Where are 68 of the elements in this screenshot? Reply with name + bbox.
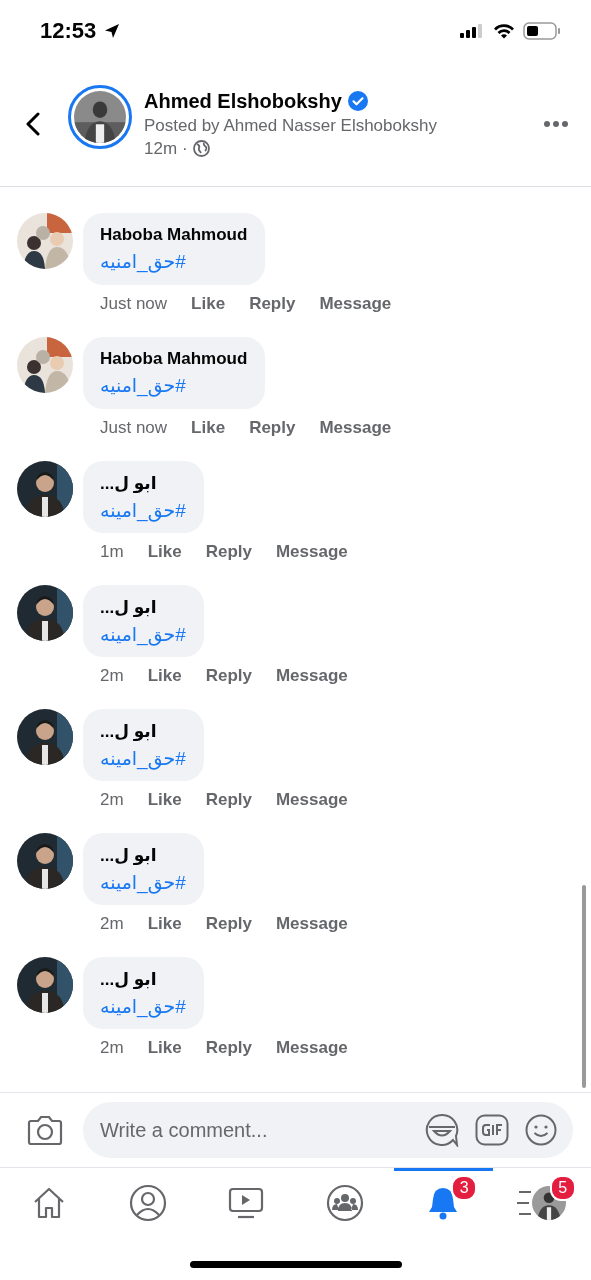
comment-author[interactable]: ابو ل... [100, 845, 157, 866]
menu-icon [517, 1189, 532, 1216]
tab-menu[interactable]: 5 [492, 1168, 591, 1234]
comment-time: 1m [100, 542, 124, 562]
more-icon[interactable] [543, 120, 569, 128]
emoji-icon[interactable] [525, 1114, 557, 1146]
comment-action-link[interactable]: Like [147, 542, 182, 562]
comment-time: 2m [100, 790, 124, 810]
hashtag-link[interactable]: #حق_امينه [100, 499, 186, 522]
comment-action-link[interactable]: Like [191, 418, 226, 438]
comment-author[interactable]: ابو ل... [100, 721, 157, 742]
hashtag-link[interactable]: #حق_امنيه [100, 250, 186, 273]
comment-action-link[interactable]: Message [275, 790, 348, 810]
comment-author[interactable]: Haboba Mahmoud [100, 225, 248, 245]
hashtag-link[interactable]: #حق_امينه [100, 747, 186, 770]
wifi-icon [493, 23, 515, 39]
comment-action-link[interactable]: Reply [205, 542, 252, 562]
author-name[interactable]: Ahmed Elshobokshy [144, 89, 342, 113]
comment-action-link[interactable]: Like [191, 294, 226, 314]
separator-dot: · [182, 138, 188, 159]
comment-time: Just now [100, 418, 168, 438]
profile-icon [128, 1183, 167, 1222]
sticker-icon[interactable] [425, 1113, 459, 1147]
camera-icon[interactable] [27, 1114, 63, 1146]
post-time: 12m [144, 138, 178, 159]
back-icon[interactable] [24, 112, 42, 136]
comment-action-link[interactable]: Reply [205, 790, 252, 810]
comment-author[interactable]: ابو ل... [100, 969, 157, 990]
comment-time: Just now [100, 294, 168, 314]
location-arrow-icon [104, 23, 121, 39]
comment-action-link[interactable]: Message [275, 666, 348, 686]
comment-action-link[interactable]: Reply [249, 294, 296, 314]
groups-icon [325, 1183, 364, 1222]
comment-action-link[interactable]: Like [147, 914, 182, 934]
signal-icon [459, 23, 485, 39]
profile-avatar[interactable] [68, 85, 132, 149]
comment-action-link[interactable]: Message [275, 542, 348, 562]
comment-author[interactable]: ابو ل... [100, 597, 157, 618]
comment-action-link[interactable]: Reply [205, 1038, 252, 1058]
comment-action-link[interactable]: Message [275, 914, 348, 934]
posted-by-text: Posted by Ahmed Nasser Elshobokshy [144, 115, 437, 136]
comment-author[interactable]: ابو ل... [100, 473, 157, 494]
gif-icon[interactable] [475, 1114, 509, 1146]
video-icon [228, 1186, 265, 1219]
comment-action-link[interactable]: Message [319, 294, 392, 314]
comment-time: 2m [100, 914, 124, 934]
tab-notifications[interactable]: 3 [394, 1168, 493, 1234]
hashtag-link[interactable]: #حق_امينه [100, 623, 186, 646]
hashtag-link[interactable]: #حق_امينه [100, 871, 186, 894]
comment-time: 2m [100, 666, 124, 686]
hashtag-link[interactable]: #حق_امينه [100, 995, 186, 1018]
comment-author[interactable]: Haboba Mahmoud [100, 349, 248, 369]
comment-action-link[interactable]: Reply [205, 666, 252, 686]
status-time: 12:53 [40, 18, 97, 44]
hashtag-link[interactable]: #حق_امنيه [100, 374, 186, 397]
comment-action-link[interactable]: Message [275, 1038, 348, 1058]
comment-action-link[interactable]: Message [319, 418, 392, 438]
comment-action-link[interactable]: Reply [205, 914, 252, 934]
comment-action-link[interactable]: Like [147, 790, 182, 810]
comment-input-field[interactable]: Write a comment... [83, 1102, 573, 1158]
comment-action-link[interactable]: Like [147, 666, 182, 686]
comment-time: 2m [100, 1038, 124, 1058]
notification-badge: 3 [451, 1175, 478, 1201]
battery-icon [523, 22, 561, 40]
comment-action-link[interactable]: Reply [249, 418, 296, 438]
comment-action-link[interactable]: Like [147, 1038, 182, 1058]
notification-badge: 5 [549, 1175, 576, 1201]
globe-icon [192, 140, 210, 157]
